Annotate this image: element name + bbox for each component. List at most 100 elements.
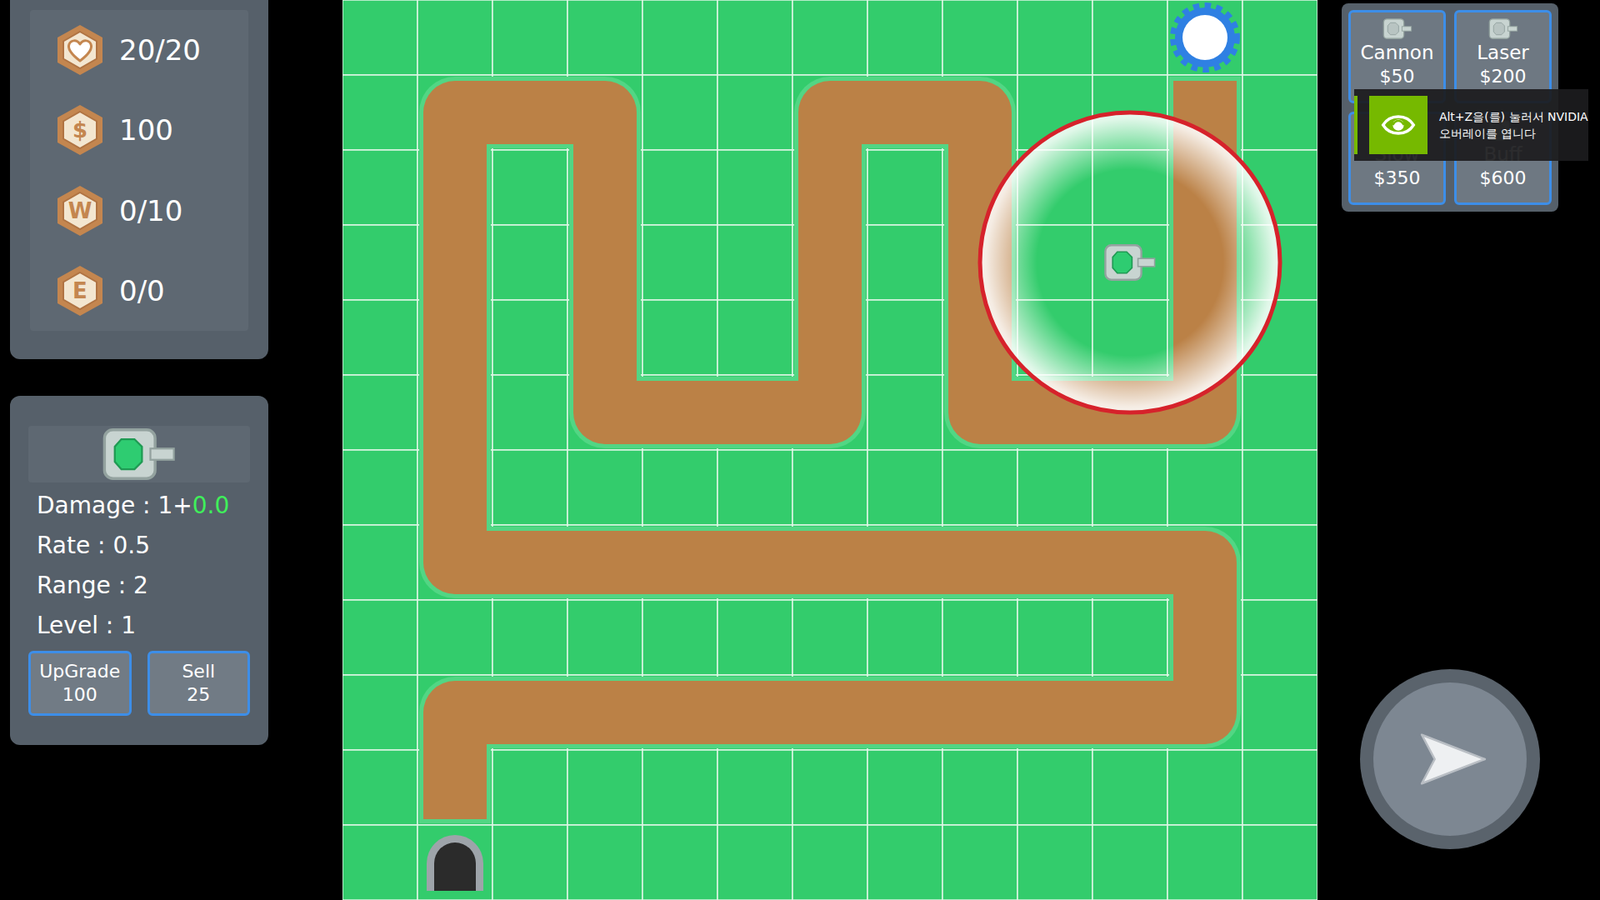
- grid-cell[interactable]: [342, 600, 418, 675]
- grid-cell[interactable]: [342, 750, 418, 825]
- grid-cell[interactable]: [792, 600, 868, 675]
- grid-cell[interactable]: [492, 0, 568, 75]
- grid-cell[interactable]: [867, 225, 943, 300]
- grid-cell[interactable]: [942, 825, 1018, 900]
- grid-cell[interactable]: [717, 825, 793, 900]
- grid-cell[interactable]: [417, 825, 493, 900]
- grid-cell[interactable]: [867, 0, 943, 75]
- grid-cell[interactable]: [717, 600, 793, 675]
- send-arrow-icon: [1417, 730, 1490, 789]
- grid-cell[interactable]: [1167, 450, 1243, 525]
- grid-cell[interactable]: [342, 300, 418, 375]
- shop-item-name: Cannon: [1360, 40, 1435, 65]
- grid-cell[interactable]: [942, 450, 1018, 525]
- grid-cell[interactable]: [1092, 825, 1168, 900]
- grid-cell[interactable]: [642, 825, 718, 900]
- grid-cell[interactable]: [567, 825, 643, 900]
- grid-cell[interactable]: [1242, 675, 1318, 750]
- grid-cell[interactable]: [1242, 0, 1318, 75]
- grid-cell[interactable]: [867, 600, 943, 675]
- grid-cell[interactable]: [1017, 0, 1093, 75]
- grid-cell[interactable]: [867, 375, 943, 450]
- grid-cell[interactable]: [1092, 750, 1168, 825]
- grid-cell[interactable]: [717, 150, 793, 225]
- grid-cell[interactable]: [642, 75, 718, 150]
- grid-cell[interactable]: [642, 150, 718, 225]
- grid-cell[interactable]: [492, 825, 568, 900]
- grid-cell[interactable]: [492, 375, 568, 450]
- grid-cell[interactable]: [1092, 600, 1168, 675]
- grid-cell[interactable]: [417, 600, 493, 675]
- grid-cell[interactable]: [1242, 750, 1318, 825]
- grid-cell[interactable]: [342, 450, 418, 525]
- grid-cell[interactable]: [567, 600, 643, 675]
- grid-cell[interactable]: [567, 450, 643, 525]
- grid-cell[interactable]: [867, 825, 943, 900]
- grid-cell[interactable]: [642, 300, 718, 375]
- grid-cell[interactable]: [942, 600, 1018, 675]
- grid-cell[interactable]: [1017, 450, 1093, 525]
- grid-cell[interactable]: [342, 675, 418, 750]
- tower-stat: Level : 1: [36, 605, 250, 646]
- grid-cell[interactable]: [1167, 825, 1243, 900]
- tower[interactable]: [980, 112, 1280, 413]
- grid-cell[interactable]: [492, 750, 568, 825]
- grid-cell[interactable]: [792, 450, 868, 525]
- grid-cell[interactable]: [717, 750, 793, 825]
- grid-cell[interactable]: [492, 450, 568, 525]
- grid-cell[interactable]: [717, 300, 793, 375]
- grid-cell[interactable]: [492, 300, 568, 375]
- grid-cell[interactable]: [792, 825, 868, 900]
- grid-cell[interactable]: [342, 825, 418, 900]
- grid-cell[interactable]: [642, 450, 718, 525]
- grid-cell[interactable]: [417, 0, 493, 75]
- grid-cell[interactable]: [642, 0, 718, 75]
- grid-cell[interactable]: [942, 0, 1018, 75]
- grid-cell[interactable]: [867, 300, 943, 375]
- grid-cell[interactable]: [1242, 825, 1318, 900]
- grid-cell[interactable]: [342, 375, 418, 450]
- grid-cell[interactable]: [342, 0, 418, 75]
- grid-cell[interactable]: [1242, 375, 1318, 450]
- grid-cell[interactable]: [642, 600, 718, 675]
- grid-cell[interactable]: [642, 750, 718, 825]
- grid-cell[interactable]: [1242, 600, 1318, 675]
- grid-cell[interactable]: [1092, 0, 1168, 75]
- grid-cell[interactable]: [717, 450, 793, 525]
- grid-cell[interactable]: [342, 525, 418, 600]
- grid-cell[interactable]: [1242, 450, 1318, 525]
- grid-cell[interactable]: [1017, 750, 1093, 825]
- grid-cell[interactable]: [717, 225, 793, 300]
- grid-cell[interactable]: [492, 150, 568, 225]
- tower-action-button[interactable]: UpGrade100: [28, 650, 132, 716]
- grid-cell[interactable]: [792, 0, 868, 75]
- grid-cell[interactable]: [567, 0, 643, 75]
- tower-action-button[interactable]: Sell25: [147, 650, 251, 716]
- cannon-tower-icon[interactable]: [1105, 245, 1155, 280]
- grid-cell[interactable]: [1167, 750, 1243, 825]
- map-canvas[interactable]: [342, 0, 1318, 900]
- grid-cell[interactable]: [867, 750, 943, 825]
- grid-cell[interactable]: [342, 75, 418, 150]
- grid-cell[interactable]: [1017, 600, 1093, 675]
- grid-cell[interactable]: [342, 150, 418, 225]
- grid-cell[interactable]: [1092, 450, 1168, 525]
- grid-cell[interactable]: [717, 0, 793, 75]
- grid-cell[interactable]: [1017, 825, 1093, 900]
- nvidia-overlay-toast: Alt+Z을(를) 눌러서 NVIDIA오버레이를 엽니다: [1354, 89, 1589, 161]
- game-map[interactable]: [342, 0, 1318, 900]
- grid-cell[interactable]: [642, 225, 718, 300]
- start-wave-button[interactable]: [1360, 669, 1540, 850]
- grid-cell[interactable]: [567, 750, 643, 825]
- grid-cell[interactable]: [792, 750, 868, 825]
- grid-cell[interactable]: [867, 450, 943, 525]
- grid-cell[interactable]: [492, 600, 568, 675]
- grid-cell[interactable]: [1167, 0, 1243, 75]
- grid-cell[interactable]: [492, 225, 568, 300]
- grid-cell[interactable]: [717, 75, 793, 150]
- grid-cell[interactable]: [867, 150, 943, 225]
- grid-cell[interactable]: [942, 750, 1018, 825]
- grid-cell[interactable]: [1242, 525, 1318, 600]
- grid-cell[interactable]: [1242, 75, 1318, 150]
- grid-cell[interactable]: [342, 225, 418, 300]
